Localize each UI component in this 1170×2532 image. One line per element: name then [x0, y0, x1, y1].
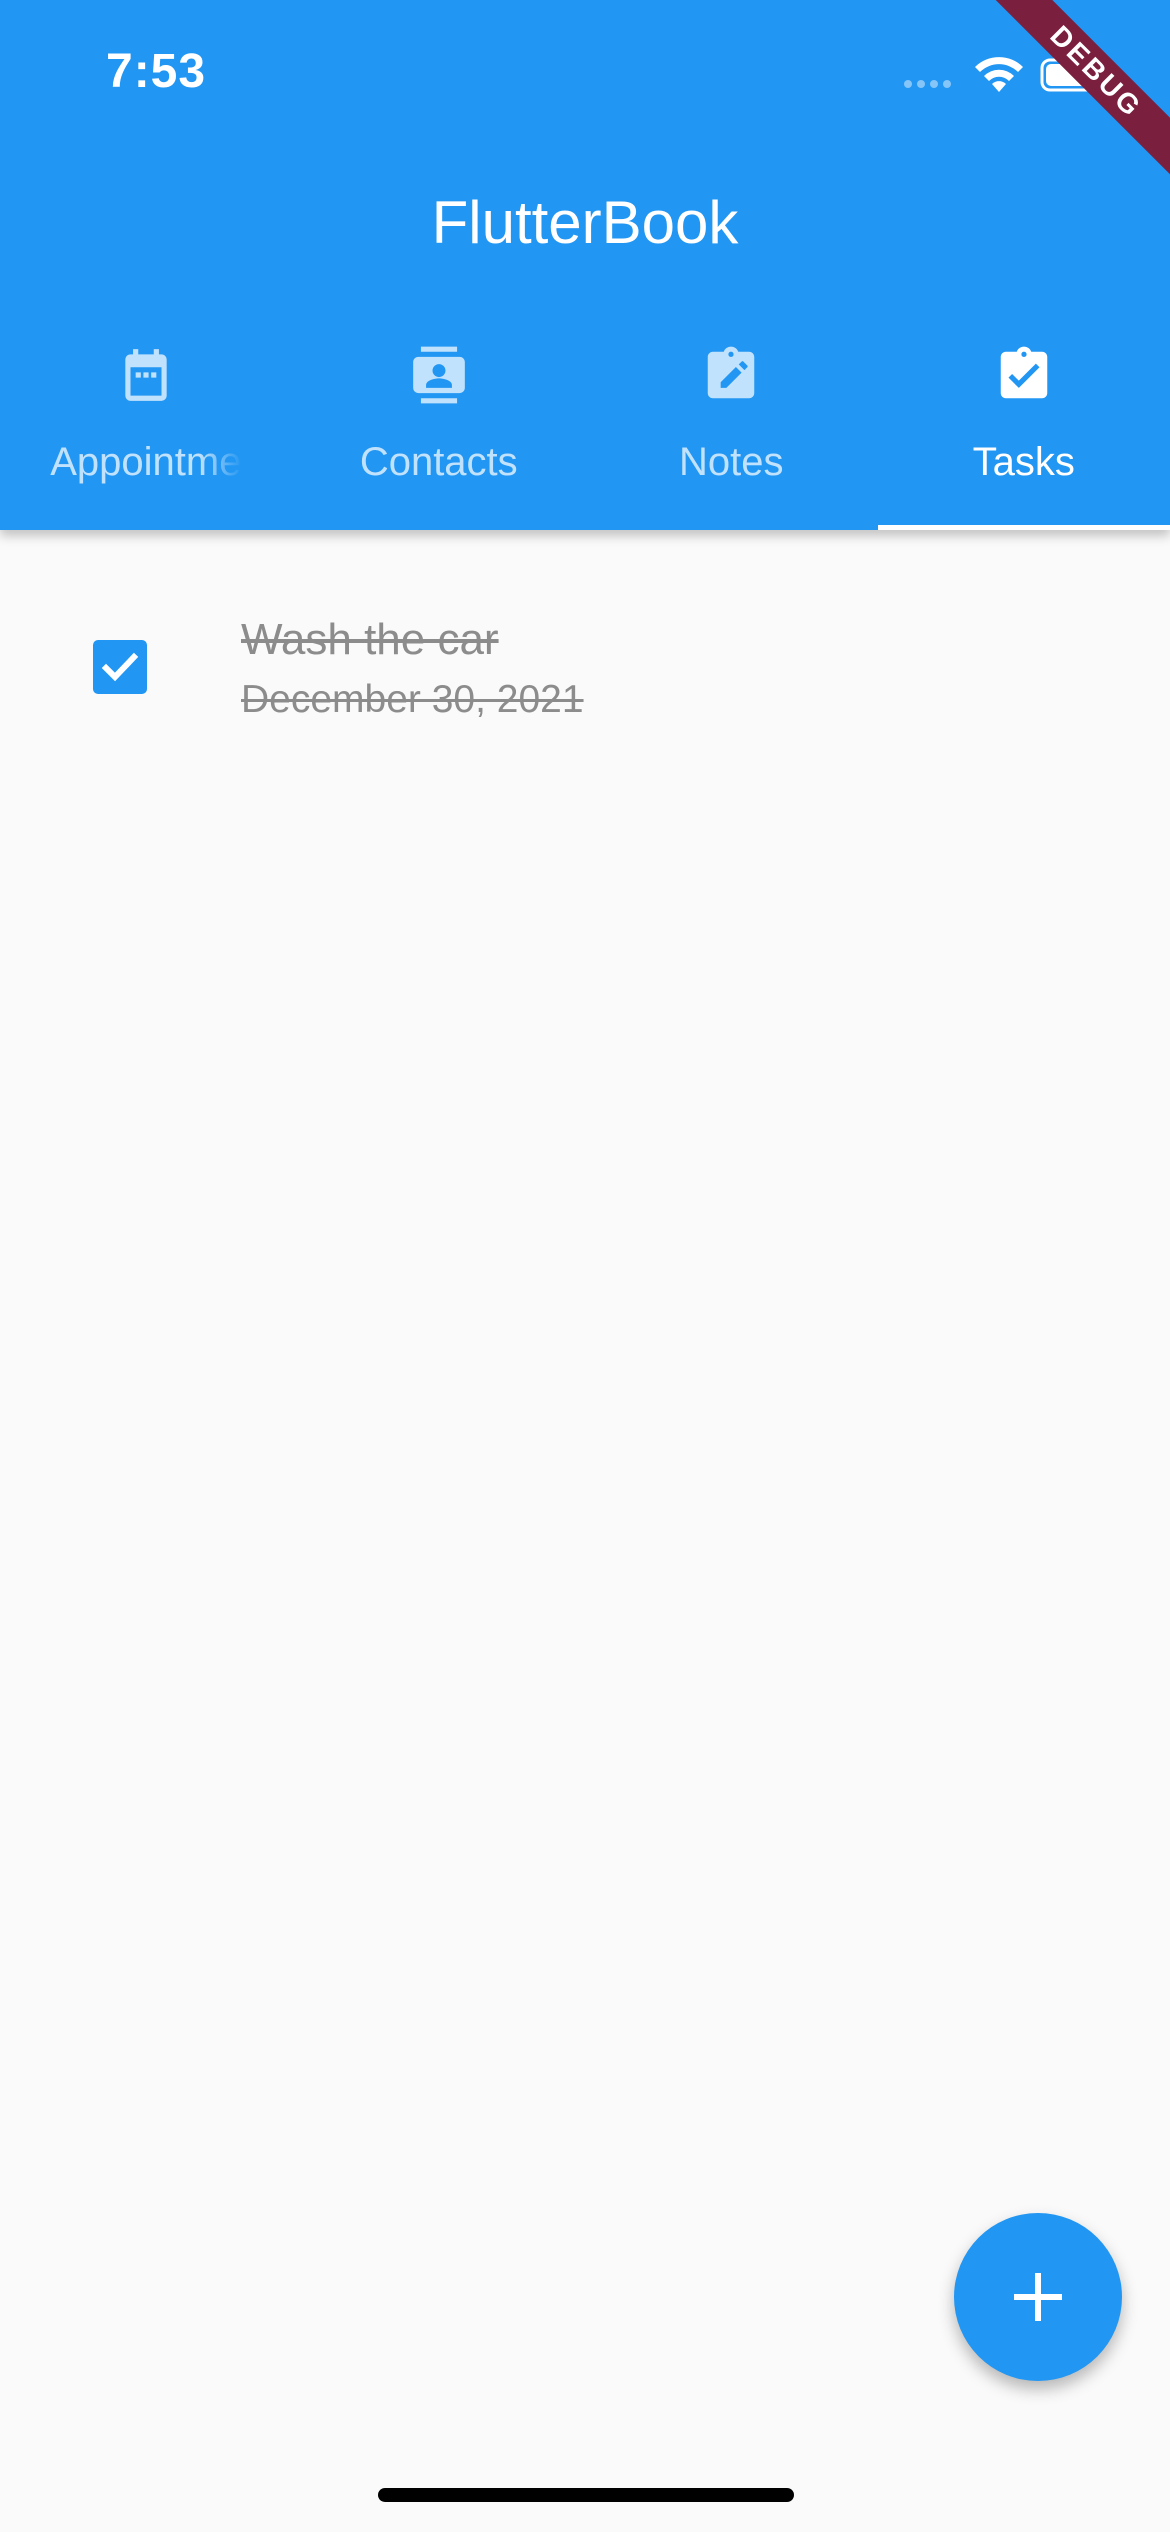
tab-bar: Appointments Contacts Notes Tasks: [0, 320, 1170, 530]
tab-appointments-label: Appointments: [50, 440, 242, 484]
add-icon: [1014, 2273, 1062, 2321]
task-due-date: December 30, 2021: [241, 678, 584, 721]
tab-contacts[interactable]: Contacts: [293, 320, 586, 530]
task-checkbox[interactable]: [93, 640, 147, 694]
contact-card-icon: [412, 346, 465, 404]
note-edit-icon: [708, 346, 755, 399]
cellular-signal-icon: [904, 80, 951, 88]
tab-notes[interactable]: Notes: [585, 320, 878, 530]
wifi-icon: [975, 57, 1023, 92]
page-title: FlutterBook: [431, 189, 739, 256]
tab-indicator: [878, 525, 1170, 530]
tab-appointments[interactable]: Appointments: [0, 320, 293, 530]
task-title: Wash the car: [241, 615, 499, 664]
tab-tasks-label: Tasks: [972, 440, 1075, 484]
add-task-button[interactable]: [954, 2213, 1122, 2381]
check-icon: [101, 652, 139, 682]
task-list: Wash the car December 30, 2021: [0, 530, 1170, 721]
tasks-screen: 7:53 FlutterBook Appointments: [0, 0, 1170, 2532]
tab-tasks[interactable]: Tasks: [878, 320, 1170, 530]
tab-contacts-label: Contacts: [359, 440, 518, 484]
list-item[interactable]: Wash the car December 30, 2021: [0, 530, 1170, 721]
calendar-icon: [125, 349, 167, 401]
clipboard-check-icon: [1000, 346, 1047, 399]
tab-notes-label: Notes: [679, 440, 784, 484]
home-indicator[interactable]: [378, 2488, 794, 2502]
app-bar: 7:53 FlutterBook Appointments: [0, 0, 1170, 530]
status-time: 7:53: [106, 45, 207, 98]
